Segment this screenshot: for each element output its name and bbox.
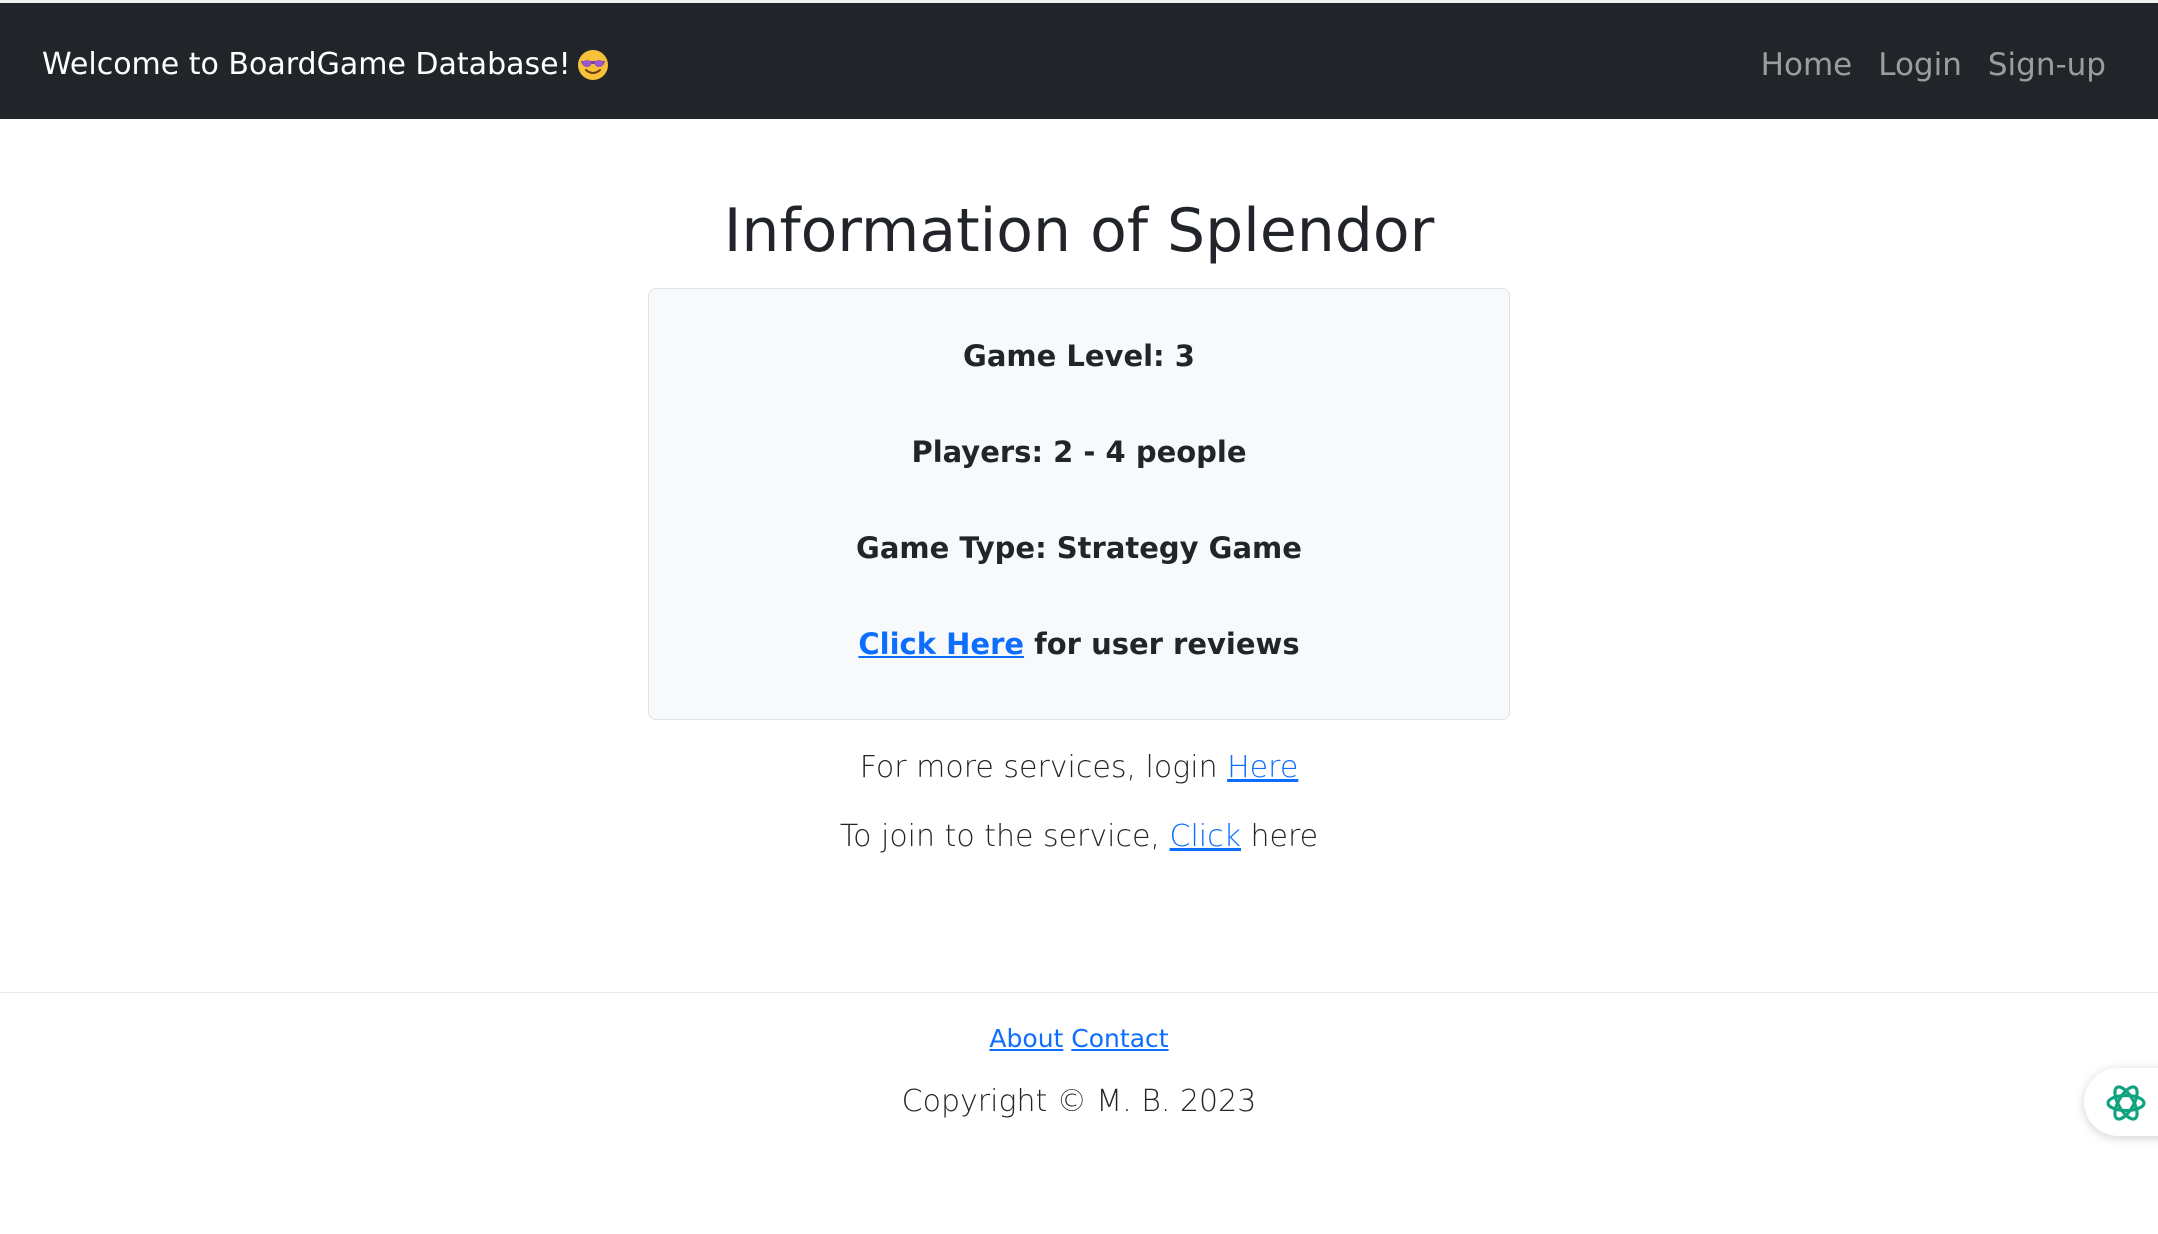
nav-link-home[interactable]: Home [1761,47,1853,83]
footer-contact-link[interactable]: Contact [1071,1024,1168,1053]
footer-about-link[interactable]: About [989,1024,1063,1053]
join-click-link[interactable]: Click [1170,819,1241,854]
login-prompt: For more services, login Here [0,750,2158,785]
login-prompt-text: For more services, login [859,750,1228,785]
page-title: Information of Splendor [723,196,1435,266]
copyright-text: Copyright © M. B. 2023 [901,1084,1257,1119]
nav-link-signup[interactable]: Sign-up [1988,47,2106,83]
navbar-links: Home Login Sign-up [1761,47,2106,83]
brand-text: Welcome to BoardGame Database! [42,47,571,82]
game-type: Game Type: Strategy Game [856,531,1302,565]
navbar-brand[interactable]: Welcome to BoardGame Database! [42,47,609,82]
chatgpt-logo-icon [2106,1085,2146,1121]
nav-link-login[interactable]: Login [1878,47,1962,83]
join-prompt-suffix: here [1241,819,1319,854]
reviews-line: Click Here for user reviews [649,627,1509,661]
footer-links: About Contact [0,1024,2158,1053]
navbar: Welcome to BoardGame Database! Home Logi… [0,3,2158,119]
assistant-widget-button[interactable] [2084,1068,2158,1136]
join-prompt: To join to the service, Click here [0,819,2158,854]
login-here-link[interactable]: Here [1227,750,1298,785]
game-players: Players: 2 - 4 people [911,435,1247,469]
footer-divider [0,992,2158,993]
join-prompt-text: To join to the service, [839,819,1170,854]
smiling-face-with-sunglasses-icon [577,49,609,81]
game-info-card: Game Level: 3 Players: 2 - 4 people Game… [648,288,1510,720]
reviews-suffix: for user reviews [1024,627,1300,661]
game-level: Game Level: 3 [963,339,1195,373]
user-reviews-link[interactable]: Click Here [858,627,1024,661]
